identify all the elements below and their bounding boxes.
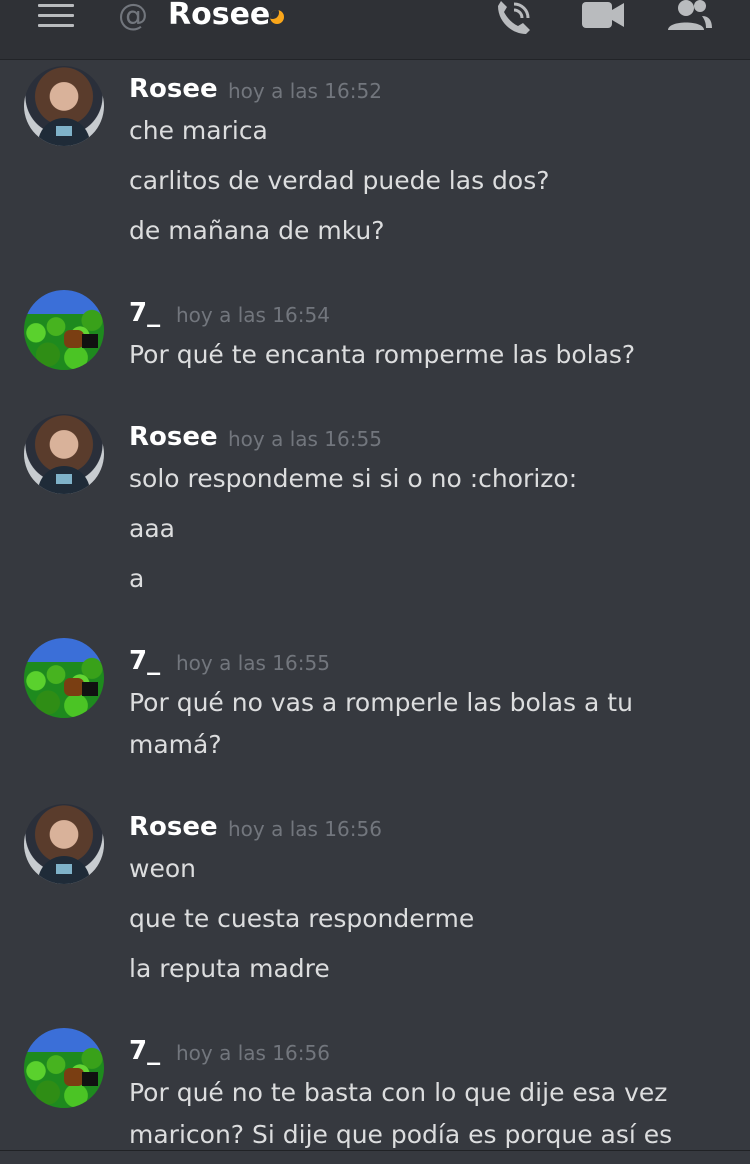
message-timestamp: hoy a las 16:56	[176, 1041, 330, 1065]
message-text: mamá?	[129, 730, 222, 759]
message-text: a	[129, 564, 145, 593]
avatar[interactable]	[24, 290, 104, 370]
video-icon[interactable]	[580, 0, 628, 40]
message-text: solo respondeme si si o no :chorizo:	[129, 464, 578, 493]
message-timestamp: hoy a las 16:55	[228, 427, 382, 451]
message-author[interactable]: 7_	[129, 644, 160, 678]
message-timestamp: hoy a las 16:52	[228, 79, 382, 103]
message-text: la reputa madre	[129, 954, 330, 983]
message-timestamp: hoy a las 16:55	[176, 651, 330, 675]
message-text: carlitos de verdad puede las dos?	[129, 166, 550, 195]
message-timestamp: hoy a las 16:56	[228, 817, 382, 841]
message-text: que te cuesta responderme	[129, 904, 475, 933]
at-icon: @	[118, 0, 148, 33]
avatar[interactable]	[24, 1028, 104, 1108]
members-icon[interactable]	[666, 0, 714, 40]
message-text: de mañana de mku?	[129, 216, 385, 245]
message-author[interactable]: Rosee	[129, 420, 218, 454]
message-text: che marica	[129, 116, 268, 145]
idle-status-icon	[270, 10, 284, 24]
message-author[interactable]: 7_	[129, 1034, 160, 1068]
avatar[interactable]	[24, 638, 104, 718]
message-text: Por qué te encanta romperme las bolas?	[129, 340, 636, 369]
message-text: aaa	[129, 514, 175, 543]
channel-header: @ Rosee	[0, 0, 750, 60]
menu-icon[interactable]	[38, 4, 74, 28]
message-author[interactable]: Rosee	[129, 72, 218, 106]
channel-name: Rosee	[168, 0, 271, 32]
message-text: weon	[129, 854, 196, 883]
message-author[interactable]: Rosee	[129, 810, 218, 844]
divider	[0, 1150, 750, 1151]
avatar[interactable]	[24, 66, 104, 146]
avatar[interactable]	[24, 804, 104, 884]
avatar[interactable]	[24, 414, 104, 494]
message-author[interactable]: 7_	[129, 296, 160, 330]
phone-icon[interactable]	[492, 0, 540, 40]
message-text: Por qué no vas a romperle las bolas a tu	[129, 688, 633, 717]
message-list[interactable]: Rosee hoy a las 16:52 che marica carlito…	[0, 60, 750, 1164]
message-text: Por qué no te basta con lo que dije esa …	[129, 1078, 668, 1107]
message-timestamp: hoy a las 16:54	[176, 303, 330, 327]
